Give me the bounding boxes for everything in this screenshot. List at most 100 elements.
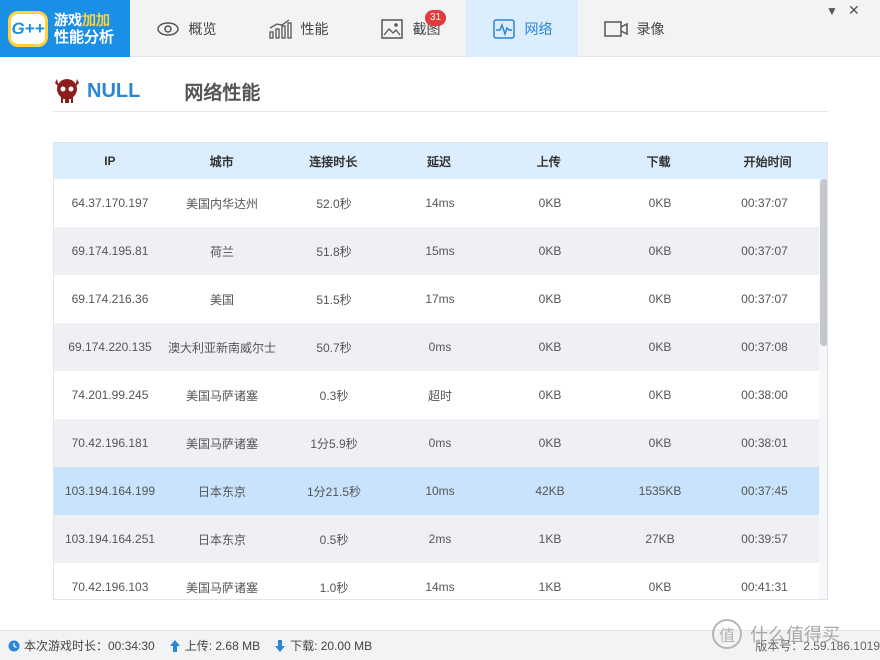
cell-city: 美国: [209, 292, 234, 307]
cell-latency: 17ms: [425, 292, 455, 306]
table-row[interactable]: 74.201.99.245 美国马萨诸塞 0.3秒 超时 0KB 0KB 00:…: [54, 371, 819, 419]
cell-duration: 51.8秒: [316, 244, 352, 259]
logo-text-line2: 性能分析: [54, 28, 115, 46]
upload-total: 上传: 2.68 MB: [169, 637, 260, 654]
app-logo: G++ 游戏加加 性能分析: [0, 0, 130, 57]
table-row[interactable]: 70.42.196.103 美国马萨诸塞 1.0秒 14ms 1KB 0KB 0…: [54, 563, 819, 599]
table-row[interactable]: 70.42.196.181 美国马萨诸塞 1分5.9秒 0ms 0KB 0KB …: [54, 419, 819, 467]
cell-duration: 52.0秒: [316, 196, 352, 211]
image-icon: [380, 18, 403, 39]
tab-screenshots[interactable]: 截图 31: [354, 0, 466, 57]
page-title: 网络性能: [184, 83, 261, 104]
cell-ip: 70.42.196.103: [71, 580, 149, 594]
cell-start-time: 00:38:00: [741, 388, 788, 402]
cell-upload: 0KB: [538, 388, 562, 402]
cell-upload: 0KB: [538, 244, 562, 258]
close-button[interactable]: ✕: [848, 2, 860, 19]
scrollbar-thumb[interactable]: [820, 179, 827, 346]
cell-city: 澳大利亚新南威尔士: [167, 340, 276, 355]
cell-city: 美国内华达州: [185, 196, 258, 211]
cell-upload: 42KB: [535, 484, 565, 498]
table-row[interactable]: 69.174.220.135 澳大利亚新南威尔士 50.7秒 0ms 0KB 0…: [54, 323, 819, 371]
column-header-duration[interactable]: 连接时长: [277, 153, 389, 170]
eye-icon: [156, 21, 179, 36]
cell-download: 0KB: [648, 244, 672, 258]
cell-ip: 69.174.195.81: [71, 244, 149, 258]
table-row[interactable]: 69.174.216.36 美国 51.5秒 17ms 0KB 0KB 00:3…: [54, 275, 819, 323]
download-arrow-icon: [275, 639, 286, 652]
cell-upload: 1KB: [538, 580, 562, 594]
cell-ip: 69.174.220.135: [68, 340, 152, 354]
game-skull-icon: [55, 78, 79, 103]
cell-ip: 103.194.164.251: [64, 532, 156, 546]
cell-latency: 14ms: [425, 580, 455, 594]
pulse-icon: [492, 18, 515, 39]
column-header-latency[interactable]: 延迟: [389, 153, 489, 170]
cell-latency: 10ms: [425, 484, 455, 498]
table-row[interactable]: 64.37.170.197 美国内华达州 52.0秒 14ms 0KB 0KB …: [54, 179, 819, 227]
logo-text-line1a: 游戏: [54, 11, 82, 28]
cell-download: 27KB: [645, 532, 675, 546]
table-row-selected[interactable]: 103.194.164.199 日本东京 1分21.5秒 10ms 42KB 1…: [54, 467, 819, 515]
cell-duration: 0.3秒: [319, 388, 349, 403]
cell-latency: 0ms: [428, 340, 452, 354]
cell-duration: 1分5.9秒: [310, 436, 358, 451]
session-duration: 本次游戏时长：00:34:30: [8, 637, 155, 654]
cell-start-time: 00:37:07: [741, 292, 788, 306]
tab-overview[interactable]: 概览: [130, 0, 242, 57]
column-header-city[interactable]: 城市: [166, 153, 278, 170]
cell-city: 美国马萨诸塞: [185, 436, 258, 451]
cell-download: 0KB: [648, 196, 672, 210]
table-body: 64.37.170.197 美国内华达州 52.0秒 14ms 0KB 0KB …: [54, 179, 819, 599]
cell-upload: 1KB: [538, 532, 562, 546]
cell-city: 美国马萨诸塞: [185, 580, 258, 595]
table-row[interactable]: 103.194.164.251 日本东京 0.5秒 2ms 1KB 27KB 0…: [54, 515, 819, 563]
cell-download: 0KB: [648, 292, 672, 306]
clock-icon: [8, 640, 20, 651]
cell-duration: 0.5秒: [319, 532, 349, 547]
game-name: NULL: [87, 80, 141, 102]
tab-performance[interactable]: 性能: [242, 0, 354, 57]
session-duration-label: 本次游戏时长：00:34:30: [24, 639, 155, 653]
table-scrollbar[interactable]: [819, 179, 827, 599]
minimize-button[interactable]: ▼: [826, 4, 838, 18]
cell-upload: 0KB: [538, 436, 562, 450]
cell-duration: 1分21.5秒: [306, 484, 362, 499]
column-header-start-time[interactable]: 开始时间: [708, 153, 827, 170]
table-row[interactable]: 69.174.195.81 荷兰 51.8秒 15ms 0KB 0KB 00:3…: [54, 227, 819, 275]
cell-city: 日本东京: [197, 484, 246, 499]
video-icon: [603, 20, 628, 37]
cell-start-time: 00:37:07: [741, 244, 788, 258]
cell-download: 0KB: [648, 580, 672, 594]
download-total: 下载: 20.00 MB: [274, 637, 372, 654]
tab-overview-label: 概览: [188, 20, 217, 37]
cell-city: 美国马萨诸塞: [185, 388, 258, 403]
cell-start-time: 00:37:08: [741, 340, 788, 354]
cell-city: 荷兰: [209, 244, 234, 259]
column-header-ip[interactable]: IP: [54, 154, 166, 168]
cell-start-time: 00:37:07: [741, 196, 788, 210]
tab-performance-label: 性能: [300, 20, 329, 37]
cell-start-time: 00:39:57: [741, 532, 788, 546]
cell-download: 0KB: [648, 388, 672, 402]
cell-upload: 0KB: [538, 292, 562, 306]
tab-network[interactable]: 网络: [466, 0, 578, 57]
bar-chart-icon: [268, 18, 292, 39]
cell-download: 1535KB: [638, 484, 682, 498]
cell-start-time: 00:37:45: [741, 484, 788, 498]
column-header-download[interactable]: 下载: [609, 153, 709, 170]
cell-duration: 50.7秒: [316, 340, 352, 355]
cell-latency: 14ms: [425, 196, 455, 210]
cell-latency: 超时: [427, 388, 452, 403]
cell-ip: 103.194.164.199: [64, 484, 156, 498]
tab-recording[interactable]: 录像: [578, 0, 690, 57]
watermark-text: 什么值得买: [750, 625, 840, 645]
tab-recording-label: 录像: [636, 20, 665, 37]
watermark-logo-icon: 值: [712, 619, 742, 649]
cell-latency: 0ms: [428, 436, 452, 450]
cell-start-time: 00:38:01: [741, 436, 788, 450]
cell-upload: 0KB: [538, 340, 562, 354]
cell-upload: 0KB: [538, 196, 562, 210]
logo-text-line1b: 加加: [82, 11, 110, 28]
column-header-upload[interactable]: 上传: [489, 153, 609, 170]
